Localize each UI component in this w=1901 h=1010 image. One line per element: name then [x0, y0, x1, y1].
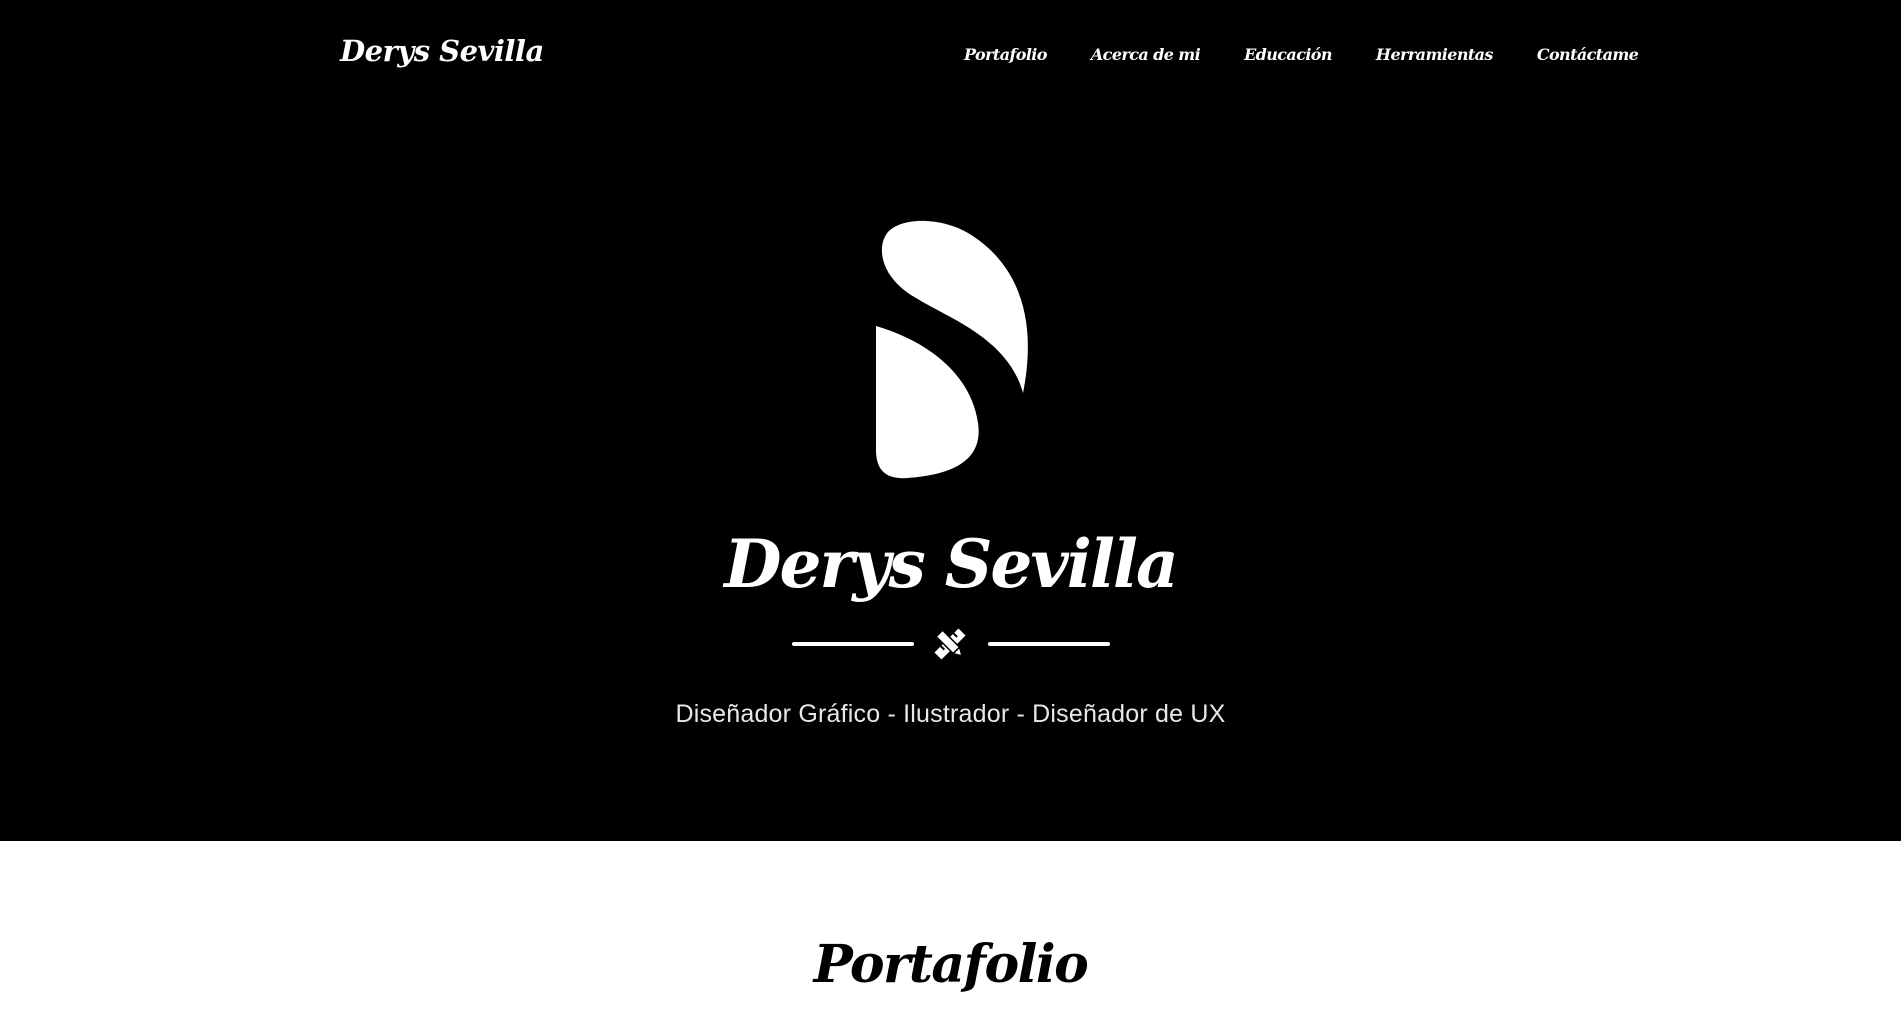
nav-item: Herramientas [1376, 45, 1494, 65]
main-nav: Portafolio Acerca de mi Educación Herram… [964, 45, 1639, 65]
nav-link-portafolio[interactable]: Portafolio [964, 45, 1047, 64]
nav-item: Acerca de mi [1091, 45, 1201, 65]
nav-item: Contáctame [1537, 45, 1639, 65]
hero-subtitle: Diseñador Gráfico - Ilustrador - Diseñad… [675, 700, 1226, 728]
divider-line [988, 642, 1110, 646]
nav-link-contactame[interactable]: Contáctame [1537, 45, 1639, 64]
portfolio-section-title: Portafolio [813, 934, 1089, 995]
nav-link-acerca[interactable]: Acerca de mi [1091, 45, 1201, 64]
hero-title: Derys Sevilla [724, 525, 1178, 603]
hero-section: Derys Sevilla Portafolio Acerca de mi Ed… [0, 0, 1901, 841]
nav-link-educacion[interactable]: Educación [1244, 45, 1332, 64]
nav-link-herramientas[interactable]: Herramientas [1376, 45, 1494, 64]
divider-line [792, 642, 914, 646]
brand-logo-link[interactable]: Derys Sevilla [340, 34, 544, 68]
hero-divider [792, 622, 1110, 666]
nav-item: Educación [1244, 45, 1332, 65]
s-monogram-logo-icon [876, 220, 1028, 479]
pencil-ruler-icon [934, 628, 966, 660]
nav-item: Portafolio [964, 45, 1047, 65]
